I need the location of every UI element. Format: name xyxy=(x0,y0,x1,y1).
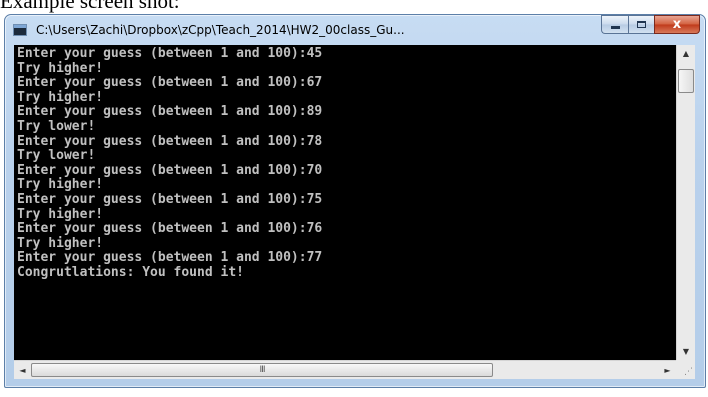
close-button[interactable]: x xyxy=(654,15,700,34)
scroll-left-icon[interactable]: ◄ xyxy=(14,361,31,379)
resize-grip-icon: ⋰ xyxy=(684,367,693,377)
maximize-button[interactable] xyxy=(628,15,654,34)
scroll-down-icon[interactable]: ▼ xyxy=(677,343,695,360)
console-line: Enter your guess (between 1 and 100):76 xyxy=(17,221,323,237)
console-window: C:\Users\Zachi\Dropbox\zCpp\Teach_2014\H… xyxy=(4,14,706,388)
console-line: Try higher! xyxy=(17,206,104,222)
console-line: Try higher! xyxy=(17,89,104,105)
console-line: Try lower! xyxy=(17,118,96,134)
close-icon: x xyxy=(672,17,682,32)
console-line: Try lower! xyxy=(17,148,96,164)
console-app-icon[interactable] xyxy=(13,24,27,36)
console-line: Try higher! xyxy=(17,235,104,251)
console-line: Enter your guess (between 1 and 100):78 xyxy=(17,133,323,149)
grip-icon: III xyxy=(259,365,266,375)
vertical-scroll-thumb[interactable] xyxy=(678,69,694,93)
vertical-scrollbar[interactable]: ▲ ▼ xyxy=(676,45,695,360)
console-line: Congrutlations: You found it! xyxy=(17,264,244,280)
resize-corner[interactable]: ⋰ xyxy=(676,360,695,379)
console-line: Enter your guess (between 1 and 100):45 xyxy=(17,46,323,61)
window-controls: x xyxy=(601,15,700,35)
console-text: Enter your guess (between 1 and 100):45 T… xyxy=(14,45,676,281)
console-line: Try higher! xyxy=(17,60,104,76)
horizontal-scrollbar[interactable]: ◄ III ► xyxy=(14,360,676,379)
scroll-right-icon[interactable]: ► xyxy=(659,361,676,379)
console-output[interactable]: Enter your guess (between 1 and 100):45 T… xyxy=(14,45,676,360)
maximize-icon xyxy=(637,21,646,28)
horizontal-scroll-thumb[interactable]: III xyxy=(31,363,493,377)
minimize-button[interactable] xyxy=(601,15,628,34)
console-line: Enter your guess (between 1 and 100):77 xyxy=(17,250,323,266)
caption-text: Example screen shot: xyxy=(0,0,180,13)
console-line: Try higher! xyxy=(17,177,104,193)
console-line: Enter your guess (between 1 and 100):67 xyxy=(17,75,323,91)
window-title: C:\Users\Zachi\Dropbox\zCpp\Teach_2014\H… xyxy=(36,23,405,37)
console-line: Enter your guess (between 1 and 100):89 xyxy=(17,104,323,120)
scroll-up-icon[interactable]: ▲ xyxy=(677,45,695,62)
title-bar[interactable]: C:\Users\Zachi\Dropbox\zCpp\Teach_2014\H… xyxy=(5,15,705,45)
minimize-icon xyxy=(610,26,620,29)
console-line: Enter your guess (between 1 and 100):75 xyxy=(17,191,323,207)
console-line: Enter your guess (between 1 and 100):70 xyxy=(17,162,323,178)
